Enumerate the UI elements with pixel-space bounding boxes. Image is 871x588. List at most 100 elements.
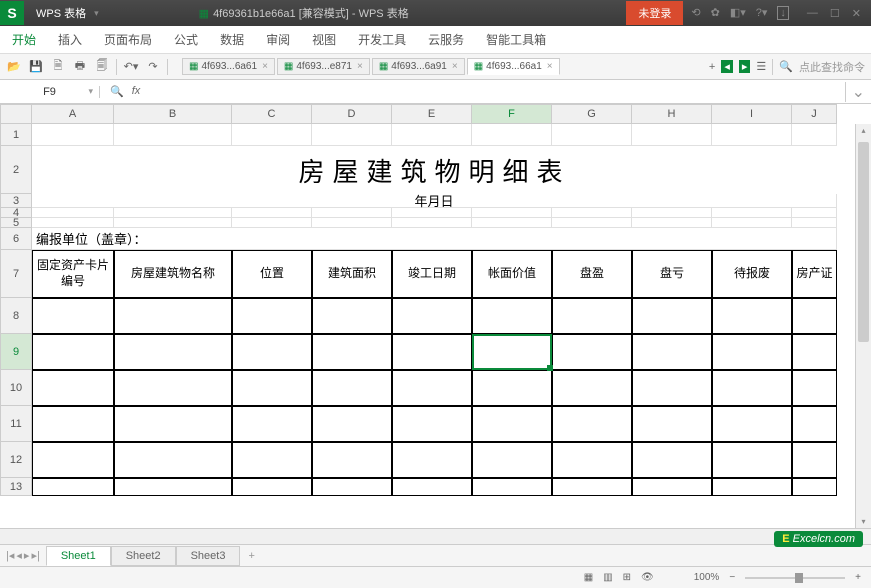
last-sheet-icon[interactable]: ▸| (31, 549, 39, 562)
table-cell[interactable] (392, 370, 472, 406)
table-cell[interactable] (632, 334, 712, 370)
table-header[interactable]: 固定资产卡片编号 (32, 250, 114, 298)
sheet-tab-2[interactable]: Sheet2 (111, 546, 176, 566)
menu-formula[interactable]: 公式 (174, 31, 198, 48)
empty-cell[interactable] (312, 218, 392, 228)
empty-cell[interactable] (552, 124, 632, 146)
help-icon[interactable]: ?▾ (756, 6, 768, 20)
table-cell[interactable] (312, 442, 392, 478)
empty-cell[interactable] (632, 208, 712, 218)
close-tab-icon[interactable]: × (547, 61, 553, 72)
table-cell[interactable] (552, 298, 632, 334)
col-header[interactable]: E (392, 104, 472, 124)
view-normal-icon[interactable]: ▦ (584, 572, 593, 583)
org-line[interactable]: 编报单位（盖章）： (32, 228, 837, 250)
row-header[interactable]: 12 (0, 442, 32, 478)
menu-view[interactable]: 视图 (312, 31, 336, 48)
sheet-tab-3[interactable]: Sheet3 (176, 546, 241, 566)
row-header[interactable]: 6 (0, 228, 32, 250)
menu-review[interactable]: 审阅 (266, 31, 290, 48)
table-cell[interactable] (32, 478, 114, 496)
redo-icon[interactable]: ↷ (145, 59, 161, 75)
row-header[interactable]: 2 (0, 146, 32, 194)
next-tab-icon[interactable]: ▸ (739, 60, 751, 73)
row-header[interactable]: 13 (0, 478, 32, 496)
empty-cell[interactable] (552, 218, 632, 228)
table-header[interactable]: 房屋建筑物名称 (114, 250, 232, 298)
next-sheet-icon[interactable]: ▸ (24, 549, 30, 562)
table-header[interactable]: 盘盈 (552, 250, 632, 298)
table-cell[interactable] (232, 406, 312, 442)
table-cell[interactable] (472, 370, 552, 406)
table-cell[interactable] (632, 298, 712, 334)
table-cell[interactable] (232, 298, 312, 334)
empty-cell[interactable] (392, 218, 472, 228)
name-box[interactable]: F9 (0, 86, 100, 98)
print-icon[interactable]: 🖶 (72, 59, 88, 75)
table-cell[interactable] (472, 478, 552, 496)
empty-cell[interactable] (232, 208, 312, 218)
empty-cell[interactable] (114, 218, 232, 228)
empty-cell[interactable] (792, 208, 837, 218)
table-cell[interactable] (32, 406, 114, 442)
table-cell[interactable] (114, 478, 232, 496)
table-cell[interactable] (392, 406, 472, 442)
cells-grid[interactable]: 房屋建筑物明细表年月日编报单位（盖章）：固定资产卡片编号房屋建筑物名称位置建筑面… (32, 124, 871, 496)
table-cell[interactable] (712, 478, 792, 496)
empty-cell[interactable] (552, 208, 632, 218)
date-line[interactable]: 年月日 (32, 194, 837, 208)
open-icon[interactable]: 📂 (6, 59, 22, 75)
menu-tools[interactable]: 智能工具箱 (486, 31, 546, 48)
table-cell[interactable] (114, 334, 232, 370)
table-header[interactable]: 竣工日期 (392, 250, 472, 298)
row-header[interactable]: 7 (0, 250, 32, 298)
table-cell[interactable] (712, 442, 792, 478)
col-header[interactable]: A (32, 104, 114, 124)
empty-cell[interactable] (32, 208, 114, 218)
col-header[interactable]: D (312, 104, 392, 124)
table-cell[interactable] (792, 370, 837, 406)
table-cell[interactable] (232, 478, 312, 496)
col-header[interactable]: G (552, 104, 632, 124)
table-cell[interactable] (312, 478, 392, 496)
table-cell[interactable] (312, 370, 392, 406)
table-cell[interactable] (114, 442, 232, 478)
menu-cloud[interactable]: 云服务 (428, 31, 464, 48)
first-sheet-icon[interactable]: |◂ (6, 549, 14, 562)
empty-cell[interactable] (114, 124, 232, 146)
prev-sheet-icon[interactable]: ◂ (16, 549, 22, 562)
download-icon[interactable]: ↓ (777, 6, 789, 20)
table-cell[interactable] (472, 406, 552, 442)
add-tab-icon[interactable]: + (709, 61, 715, 73)
empty-cell[interactable] (712, 208, 792, 218)
table-cell[interactable] (114, 298, 232, 334)
fx-label[interactable]: fx (132, 85, 141, 98)
table-cell[interactable] (32, 442, 114, 478)
table-cell[interactable] (392, 478, 472, 496)
table-header[interactable]: 房产证 (792, 250, 837, 298)
empty-cell[interactable] (232, 218, 312, 228)
col-header[interactable]: B (114, 104, 232, 124)
table-header[interactable]: 盘亏 (632, 250, 712, 298)
table-header[interactable]: 建筑面积 (312, 250, 392, 298)
table-cell[interactable] (552, 370, 632, 406)
prev-tab-icon[interactable]: ◂ (721, 60, 733, 73)
close-tab-icon[interactable]: × (262, 61, 268, 72)
sheet-tab-1[interactable]: Sheet1 (46, 546, 111, 566)
table-cell[interactable] (232, 442, 312, 478)
doc-tab[interactable]: ▦4f693...6a61× (182, 58, 275, 75)
expand-formula-icon[interactable]: ⌄ (845, 82, 871, 102)
empty-cell[interactable] (472, 124, 552, 146)
empty-cell[interactable] (312, 208, 392, 218)
table-cell[interactable] (472, 442, 552, 478)
table-cell[interactable] (552, 406, 632, 442)
skin-icon[interactable]: ◧▾ (730, 6, 746, 20)
view-page-icon[interactable]: ▥ (603, 572, 612, 583)
table-cell[interactable] (712, 406, 792, 442)
col-header[interactable]: J (792, 104, 837, 124)
vertical-scrollbar[interactable] (855, 124, 871, 528)
empty-cell[interactable] (712, 124, 792, 146)
table-cell[interactable] (32, 334, 114, 370)
select-all-corner[interactable] (0, 104, 32, 124)
menu-start[interactable]: 开始 (12, 31, 36, 48)
